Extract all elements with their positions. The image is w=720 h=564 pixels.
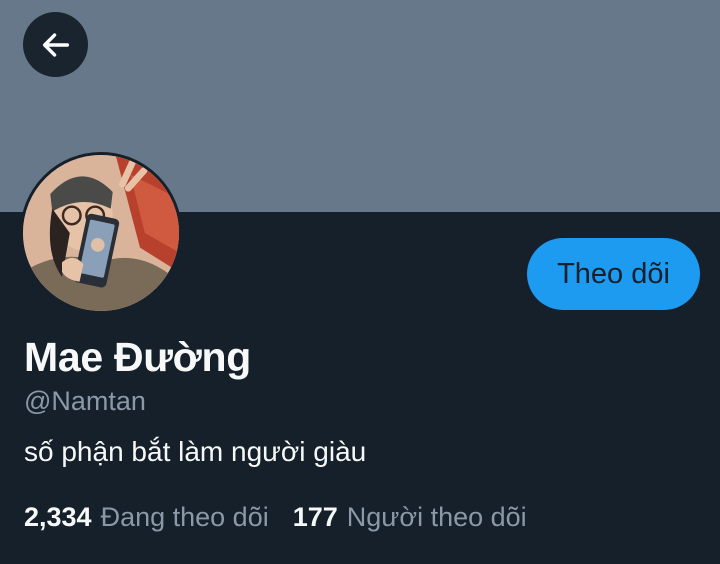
bio-text: số phận bắt làm người giàu bbox=[24, 436, 367, 467]
followers-link[interactable]: 177 Người theo dõi bbox=[293, 502, 527, 533]
follow-button[interactable]: Theo dõi bbox=[527, 238, 700, 310]
following-link[interactable]: 2,334 Đang theo dõi bbox=[24, 502, 269, 533]
follow-stats: 2,334 Đang theo dõi 177 Người theo dõi bbox=[24, 502, 527, 533]
followers-label: Người theo dõi bbox=[346, 502, 527, 532]
back-button[interactable] bbox=[23, 12, 88, 77]
following-label: Đang theo dõi bbox=[100, 502, 269, 532]
followers-count: 177 bbox=[292, 502, 338, 532]
display-name: Mae Đường bbox=[24, 334, 251, 380]
profile-page: Theo dõi Mae Đường @Namtan số phận bắt l… bbox=[0, 0, 720, 564]
arrow-left-icon bbox=[42, 32, 69, 57]
username-handle: @Namtan bbox=[24, 386, 146, 416]
avatar-photo bbox=[23, 155, 179, 311]
following-count: 2,334 bbox=[24, 502, 92, 532]
avatar[interactable] bbox=[20, 152, 182, 314]
